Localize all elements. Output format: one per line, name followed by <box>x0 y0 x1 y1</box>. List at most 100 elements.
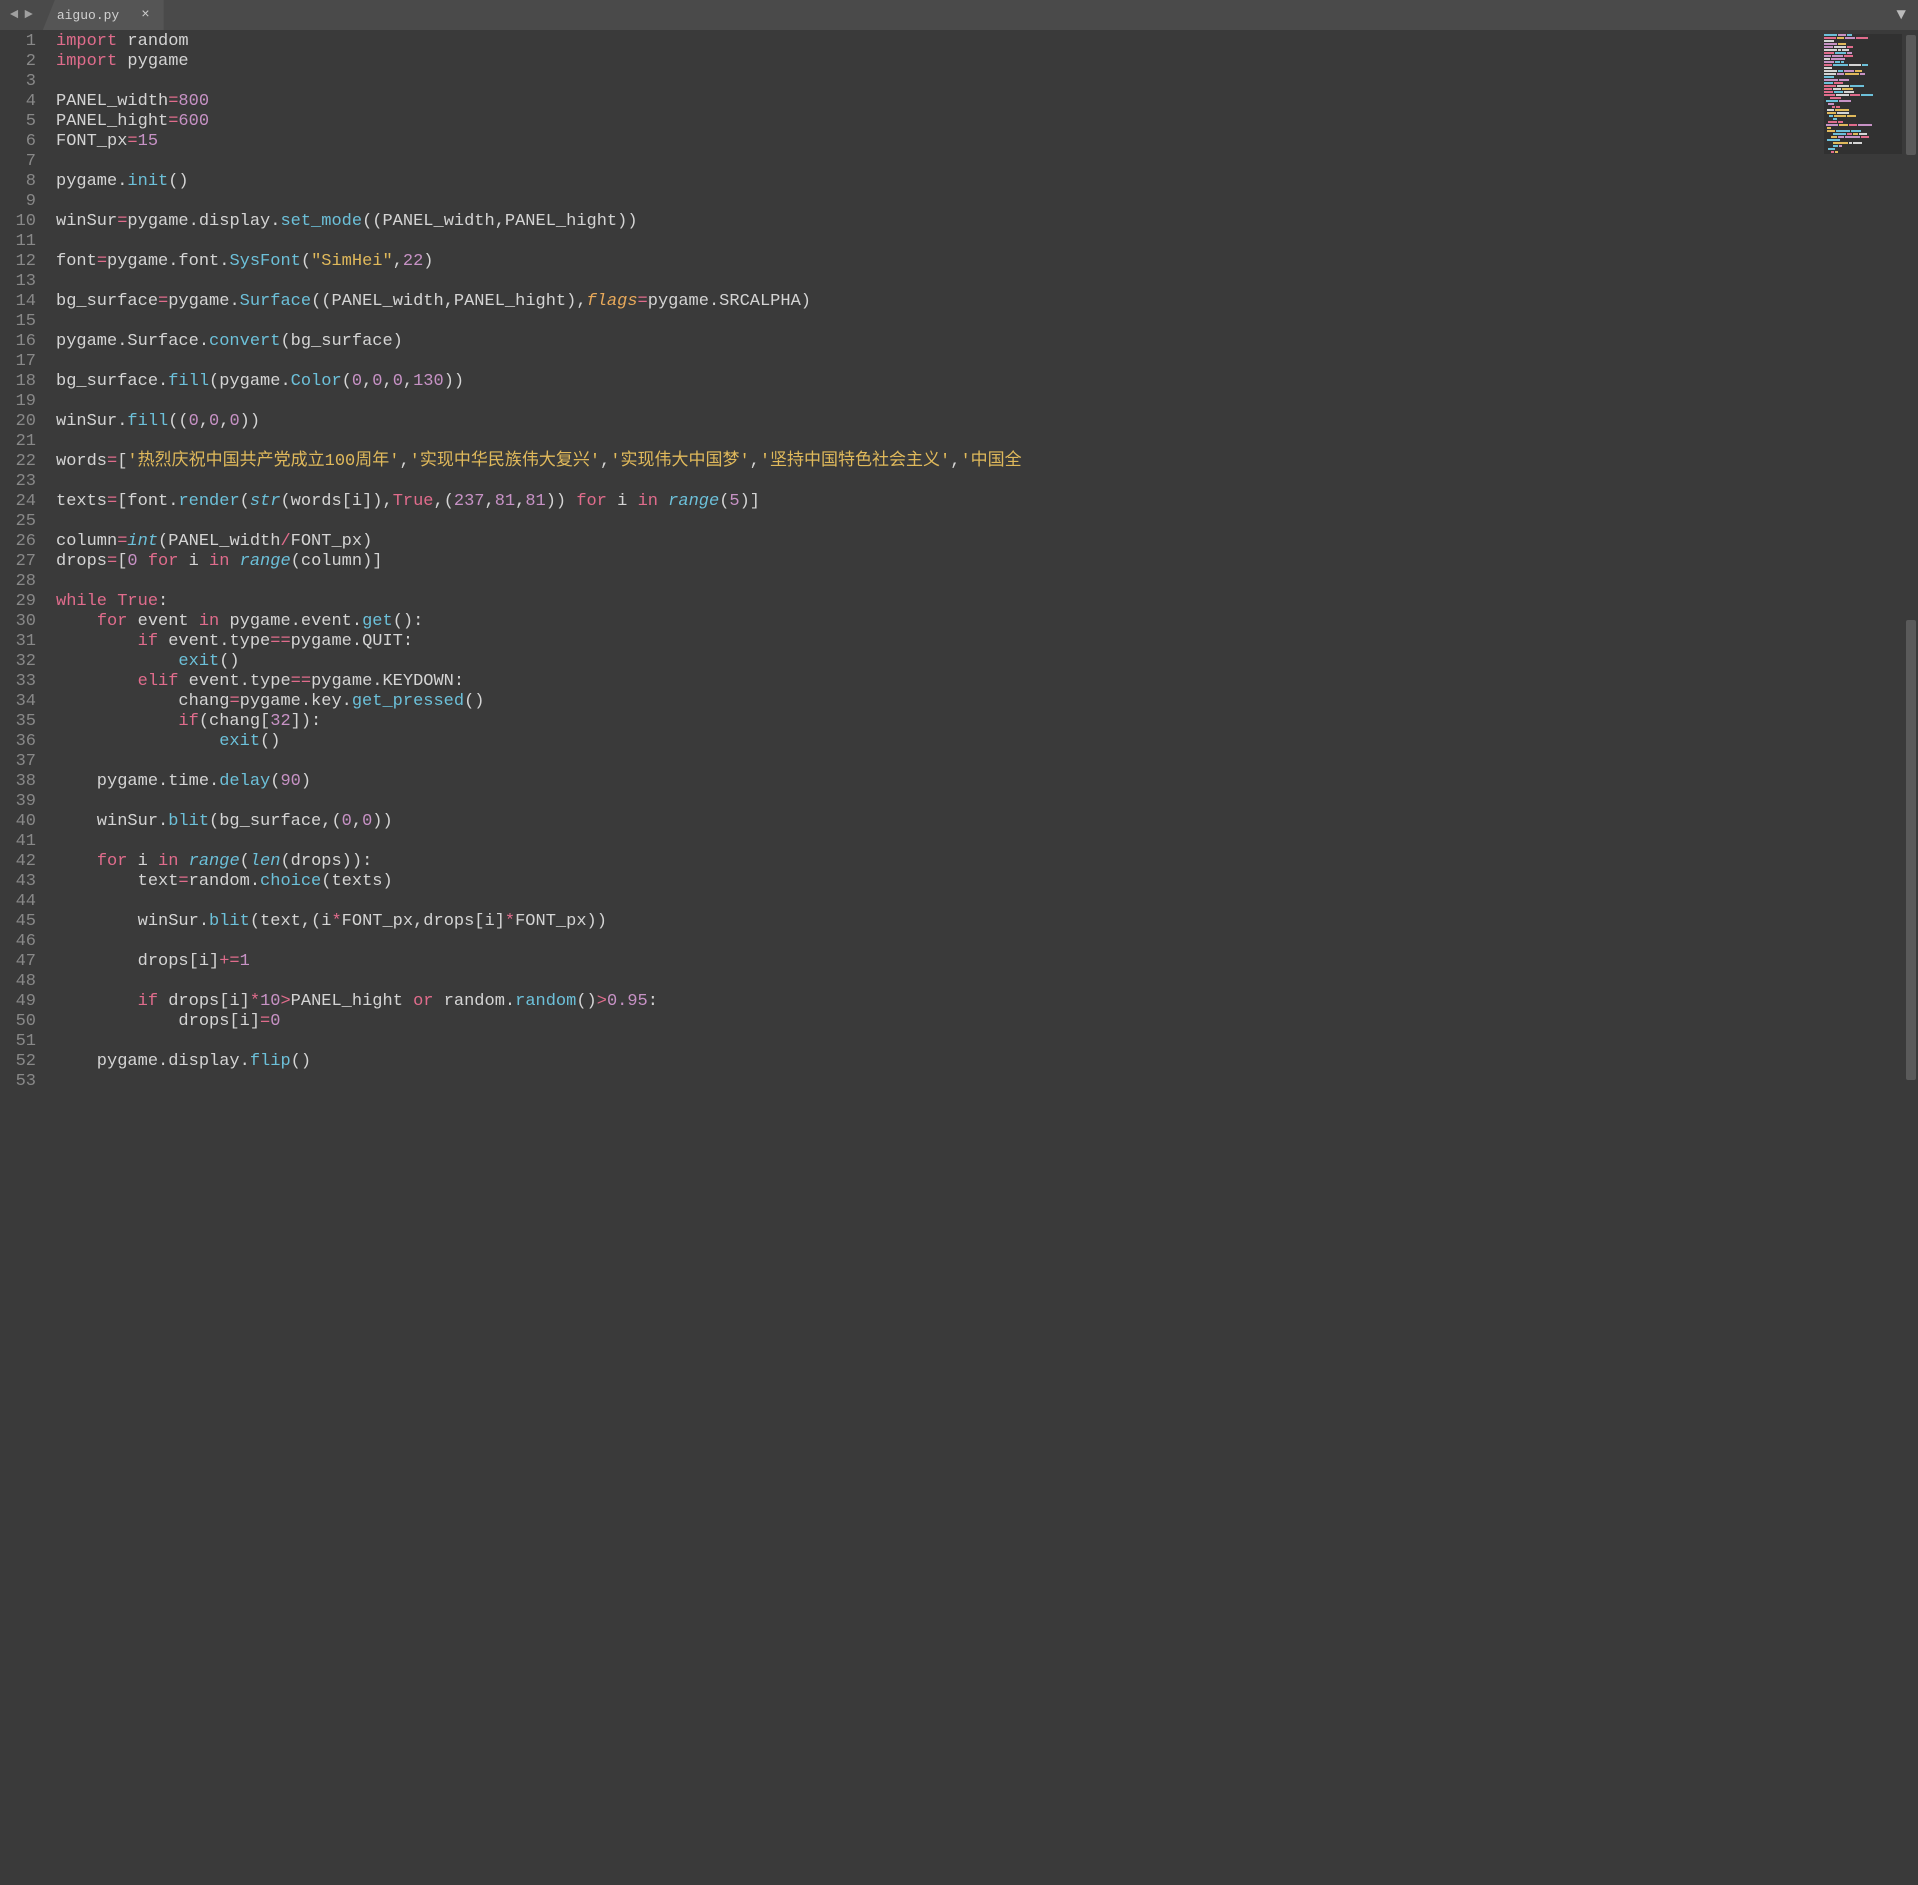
line-number: 45 <box>0 912 46 932</box>
code-line: winSur.fill((0,0,0)) <box>56 412 1918 432</box>
line-number: 6 <box>0 132 46 152</box>
code-line: PANEL_width=800 <box>56 92 1918 112</box>
line-number: 39 <box>0 792 46 812</box>
code-line: exit() <box>56 652 1918 672</box>
code-line: texts=[font.render(str(words[i]),True,(2… <box>56 492 1918 512</box>
line-number: 22 <box>0 452 46 472</box>
line-number: 40 <box>0 812 46 832</box>
code-line: if drops[i]*10>PANEL_hight or random.ran… <box>56 992 1918 1012</box>
code-line: elif event.type==pygame.KEYDOWN: <box>56 672 1918 692</box>
code-line: drops[i]=0 <box>56 1012 1918 1032</box>
code-line: winSur.blit(text,(i*FONT_px,drops[i]*FON… <box>56 912 1918 932</box>
line-number: 28 <box>0 572 46 592</box>
code-line: exit() <box>56 732 1918 752</box>
line-number: 29 <box>0 592 46 612</box>
code-line: pygame.Surface.convert(bg_surface) <box>56 332 1918 352</box>
tab-filename: aiguo.py <box>57 8 119 23</box>
line-number: 42 <box>0 852 46 872</box>
line-number: 53 <box>0 1072 46 1092</box>
line-gutter: 1234567891011121314151617181920212223242… <box>0 30 46 1885</box>
line-number: 19 <box>0 392 46 412</box>
line-number: 26 <box>0 532 46 552</box>
code-line <box>56 352 1918 372</box>
code-line: import pygame <box>56 52 1918 72</box>
code-line <box>56 892 1918 912</box>
code-line <box>56 472 1918 492</box>
code-line <box>56 512 1918 532</box>
line-number: 10 <box>0 212 46 232</box>
line-number: 4 <box>0 92 46 112</box>
code-line <box>56 152 1918 172</box>
code-line <box>56 792 1918 812</box>
line-number: 8 <box>0 172 46 192</box>
line-number: 31 <box>0 632 46 652</box>
line-number: 43 <box>0 872 46 892</box>
line-number: 1 <box>0 32 46 52</box>
line-number: 34 <box>0 692 46 712</box>
code-line: text=random.choice(texts) <box>56 872 1918 892</box>
code-line <box>56 432 1918 452</box>
minimap[interactable] <box>1824 34 1902 154</box>
toolbar: ◄ ► aiguo.py × ▼ <box>0 0 1918 30</box>
line-number: 51 <box>0 1032 46 1052</box>
code-line: winSur.blit(bg_surface,(0,0)) <box>56 812 1918 832</box>
file-tab[interactable]: aiguo.py × <box>43 0 164 30</box>
code-line: if event.type==pygame.QUIT: <box>56 632 1918 652</box>
code-line <box>56 832 1918 852</box>
line-number: 15 <box>0 312 46 332</box>
nav-back-icon[interactable]: ◄ <box>10 7 18 23</box>
line-number: 50 <box>0 1012 46 1032</box>
scrollbar-thumb-2[interactable] <box>1906 620 1916 1080</box>
line-number: 47 <box>0 952 46 972</box>
code-line: font=pygame.font.SysFont("SimHei",22) <box>56 252 1918 272</box>
tab-menu-icon[interactable]: ▼ <box>1884 0 1918 30</box>
line-number: 11 <box>0 232 46 252</box>
code-line: pygame.time.delay(90) <box>56 772 1918 792</box>
code-line: column=int(PANEL_width/FONT_px) <box>56 532 1918 552</box>
line-number: 3 <box>0 72 46 92</box>
code-line: drops=[0 for i in range(column)] <box>56 552 1918 572</box>
line-number: 2 <box>0 52 46 72</box>
code-line: for i in range(len(drops)): <box>56 852 1918 872</box>
code-line <box>56 232 1918 252</box>
code-line <box>56 1032 1918 1052</box>
line-number: 30 <box>0 612 46 632</box>
code-line <box>56 72 1918 92</box>
line-number: 32 <box>0 652 46 672</box>
line-number: 25 <box>0 512 46 532</box>
code-line: import random <box>56 32 1918 52</box>
code-line: drops[i]+=1 <box>56 952 1918 972</box>
code-line <box>56 272 1918 292</box>
scrollbar-thumb[interactable] <box>1906 35 1916 155</box>
line-number: 48 <box>0 972 46 992</box>
editor: 1234567891011121314151617181920212223242… <box>0 30 1918 1885</box>
line-number: 9 <box>0 192 46 212</box>
line-number: 23 <box>0 472 46 492</box>
vertical-scrollbar[interactable] <box>1904 30 1918 1885</box>
line-number: 33 <box>0 672 46 692</box>
code-line: PANEL_hight=600 <box>56 112 1918 132</box>
code-line: if(chang[32]): <box>56 712 1918 732</box>
line-number: 17 <box>0 352 46 372</box>
line-number: 49 <box>0 992 46 1012</box>
nav-arrows: ◄ ► <box>0 0 43 30</box>
line-number: 41 <box>0 832 46 852</box>
code-area[interactable]: import randomimport pygame PANEL_width=80… <box>46 30 1918 1885</box>
code-line: words=['热烈庆祝中国共产党成立100周年','实现中华民族伟大复兴','… <box>56 452 1918 472</box>
tab-close-icon[interactable]: × <box>141 7 149 23</box>
line-number: 16 <box>0 332 46 352</box>
line-number: 46 <box>0 932 46 952</box>
line-number: 13 <box>0 272 46 292</box>
nav-forward-icon[interactable]: ► <box>24 7 32 23</box>
code-line: winSur=pygame.display.set_mode((PANEL_wi… <box>56 212 1918 232</box>
line-number: 52 <box>0 1052 46 1072</box>
line-number: 7 <box>0 152 46 172</box>
code-line: bg_surface=pygame.Surface((PANEL_width,P… <box>56 292 1918 312</box>
code-line <box>56 752 1918 772</box>
code-line: for event in pygame.event.get(): <box>56 612 1918 632</box>
code-line <box>56 572 1918 592</box>
code-line: bg_surface.fill(pygame.Color(0,0,0,130)) <box>56 372 1918 392</box>
code-line <box>56 392 1918 412</box>
code-line <box>56 192 1918 212</box>
line-number: 38 <box>0 772 46 792</box>
